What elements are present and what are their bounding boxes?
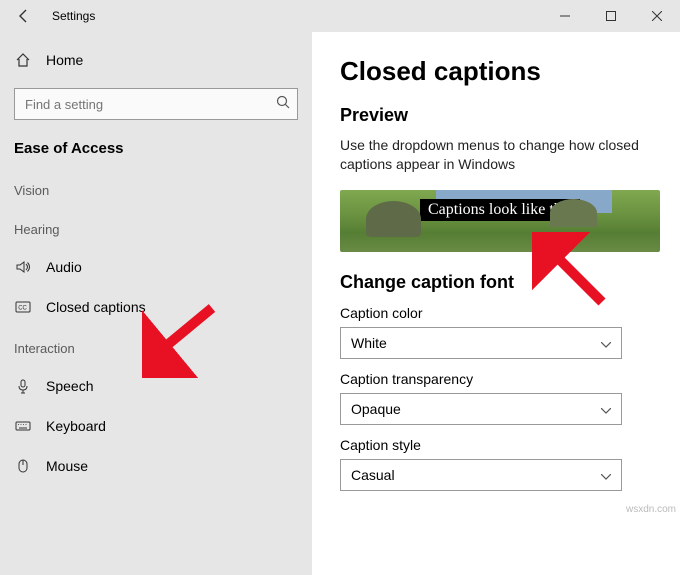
titlebar: Settings — [0, 0, 680, 32]
microphone-icon — [14, 378, 32, 394]
sidebar-item-label: Keyboard — [46, 418, 106, 434]
content-pane: Closed captions Preview Use the dropdown… — [312, 32, 680, 575]
watermark: wsxdn.com — [626, 504, 676, 515]
minimize-button[interactable] — [542, 0, 588, 32]
caption-color-dropdown[interactable]: White — [340, 327, 622, 359]
page-title: Closed captions — [340, 56, 652, 87]
search-icon — [276, 95, 290, 114]
sidebar-item-label: Mouse — [46, 458, 88, 474]
home-label: Home — [46, 52, 83, 68]
cc-icon: CC — [14, 299, 32, 315]
speaker-icon — [14, 259, 32, 275]
sidebar-item-audio[interactable]: Audio — [0, 247, 312, 287]
caption-style-label: Caption style — [340, 437, 652, 453]
dropdown-value: White — [351, 335, 387, 351]
sidebar-item-label: Speech — [46, 378, 93, 394]
caption-preview: Captions look like this — [340, 190, 660, 252]
close-button[interactable] — [634, 0, 680, 32]
chevron-down-icon — [601, 401, 611, 417]
preview-description: Use the dropdown menus to change how clo… — [340, 136, 652, 174]
svg-text:CC: CC — [18, 306, 27, 312]
arrow-left-icon — [16, 8, 32, 24]
caption-sample-text: Captions look like this — [420, 199, 580, 221]
sidebar-item-keyboard[interactable]: Keyboard — [0, 406, 312, 446]
sidebar-item-mouse[interactable]: Mouse — [0, 446, 312, 486]
sidebar-item-speech[interactable]: Speech — [0, 366, 312, 406]
dropdown-value: Opaque — [351, 401, 401, 417]
group-vision-label: Vision — [0, 169, 312, 208]
group-hearing-label: Hearing — [0, 208, 312, 247]
chevron-down-icon — [601, 467, 611, 483]
window-title: Settings — [52, 9, 95, 23]
maximize-button[interactable] — [588, 0, 634, 32]
caption-color-label: Caption color — [340, 305, 652, 321]
caption-transparency-dropdown[interactable]: Opaque — [340, 393, 622, 425]
sidebar-item-label: Audio — [46, 259, 82, 275]
search-input[interactable] — [14, 88, 298, 120]
keyboard-icon — [14, 418, 32, 434]
caption-transparency-label: Caption transparency — [340, 371, 652, 387]
sidebar: Home Ease of Access Vision Hearing Audio… — [0, 32, 312, 575]
maximize-icon — [606, 11, 616, 21]
group-interaction-label: Interaction — [0, 327, 312, 366]
dropdown-value: Casual — [351, 467, 395, 483]
sidebar-item-label: Closed captions — [46, 299, 146, 315]
caption-style-dropdown[interactable]: Casual — [340, 459, 622, 491]
home-nav[interactable]: Home — [0, 40, 312, 80]
font-section-heading: Change caption font — [340, 272, 652, 293]
sidebar-item-closed-captions[interactable]: CC Closed captions — [0, 287, 312, 327]
mouse-icon — [14, 458, 32, 474]
close-icon — [652, 11, 662, 21]
sidebar-section-title: Ease of Access — [0, 134, 312, 169]
home-icon — [14, 52, 32, 68]
chevron-down-icon — [601, 335, 611, 351]
preview-heading: Preview — [340, 105, 652, 126]
minimize-icon — [560, 11, 570, 21]
back-button[interactable] — [0, 0, 48, 32]
